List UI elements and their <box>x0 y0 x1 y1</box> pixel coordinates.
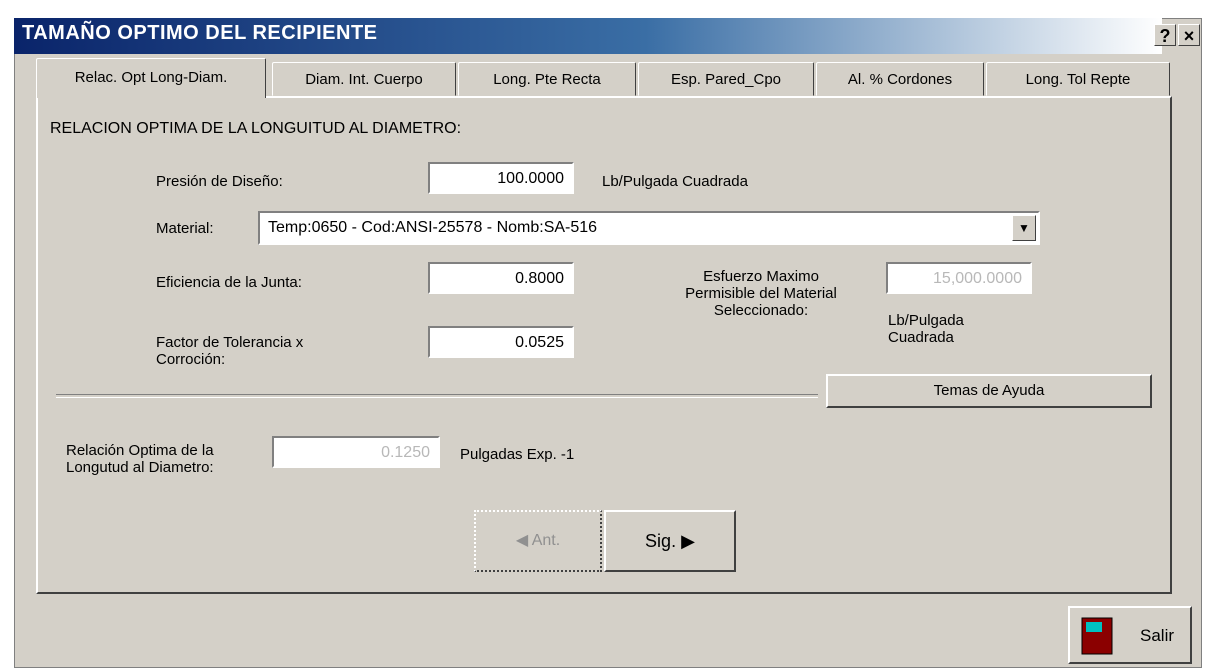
tab-label: Long. Tol Repte <box>1025 71 1131 88</box>
esfuerzo-field: 15,000.0000 <box>886 262 1032 294</box>
tab-esp-pared[interactable]: Esp. Pared_Cpo <box>638 62 814 96</box>
tab-al-cordones[interactable]: Al. % Cordones <box>816 62 984 96</box>
presion-label: Presión de Diseño: <box>156 173 283 190</box>
tab-diam-int[interactable]: Diam. Int. Cuerpo <box>272 62 456 96</box>
close-button[interactable]: × <box>1178 24 1200 46</box>
tab-label: Esp. Pared_Cpo <box>670 71 782 88</box>
window-title: TAMAÑO OPTIMO DEL RECIPIENTE <box>22 22 378 44</box>
relacion-unit: Pulgadas Exp. -1 <box>460 446 575 463</box>
next-button[interactable]: Sig. ▶ <box>604 510 736 572</box>
eficiencia-field[interactable]: 0.8000 <box>428 262 574 294</box>
divider <box>56 394 818 398</box>
material-select[interactable]: Temp:0650 - Cod:ANSI-25578 - Nomb:SA-516… <box>258 211 1040 245</box>
presion-field[interactable]: 100.0000 <box>428 162 574 194</box>
tab-relac-opt[interactable]: Relac. Opt Long-Diam. <box>36 58 266 98</box>
eficiencia-label: Eficiencia de la Junta: <box>156 274 302 291</box>
tab-label: Al. % Cordones <box>847 71 953 88</box>
arrow-left-icon: ◀ <box>515 532 529 549</box>
help-button[interactable]: ? <box>1154 24 1176 46</box>
chevron-down-icon[interactable]: ▼ <box>1012 215 1036 241</box>
prev-label: Ant. <box>531 532 561 549</box>
prev-button: ◀ Ant. <box>474 510 602 572</box>
arrow-right-icon: ▶ <box>681 531 695 551</box>
material-selected-value: Temp:0650 - Cod:ANSI-25578 - Nomb:SA-516 <box>268 219 598 236</box>
door-exit-icon <box>1081 617 1113 655</box>
factor-label: Factor de Tolerancia x Corroción: <box>156 334 304 368</box>
tab-label: Long. Pte Recta <box>493 71 601 88</box>
exit-label: Salir <box>1140 626 1175 645</box>
tab-label: Diam. Int. Cuerpo <box>305 71 423 88</box>
esfuerzo-unit: Lb/Pulgada Cuadrada <box>888 312 964 346</box>
relacion-label: Relación Optima de la Longutud al Diamet… <box>66 442 214 476</box>
tab-long-pte[interactable]: Long. Pte Recta <box>458 62 636 96</box>
esfuerzo-label: Esfuerzo Maximo Permisible del Material … <box>685 268 837 319</box>
relacion-field: 0.1250 <box>272 436 440 468</box>
next-label: Sig. <box>645 531 677 551</box>
tab-long-tol[interactable]: Long. Tol Repte <box>986 62 1170 96</box>
temas-ayuda-button[interactable]: Temas de Ayuda <box>826 374 1152 408</box>
material-label: Material: <box>156 220 214 237</box>
tab-label: Relac. Opt Long-Diam. <box>74 69 228 86</box>
factor-field[interactable]: 0.0525 <box>428 326 574 358</box>
presion-unit: Lb/Pulgada Cuadrada <box>602 173 748 190</box>
exit-button[interactable]: Salir <box>1068 606 1192 664</box>
section-heading: RELACION OPTIMA DE LA LONGUITUD AL DIAME… <box>50 120 462 137</box>
